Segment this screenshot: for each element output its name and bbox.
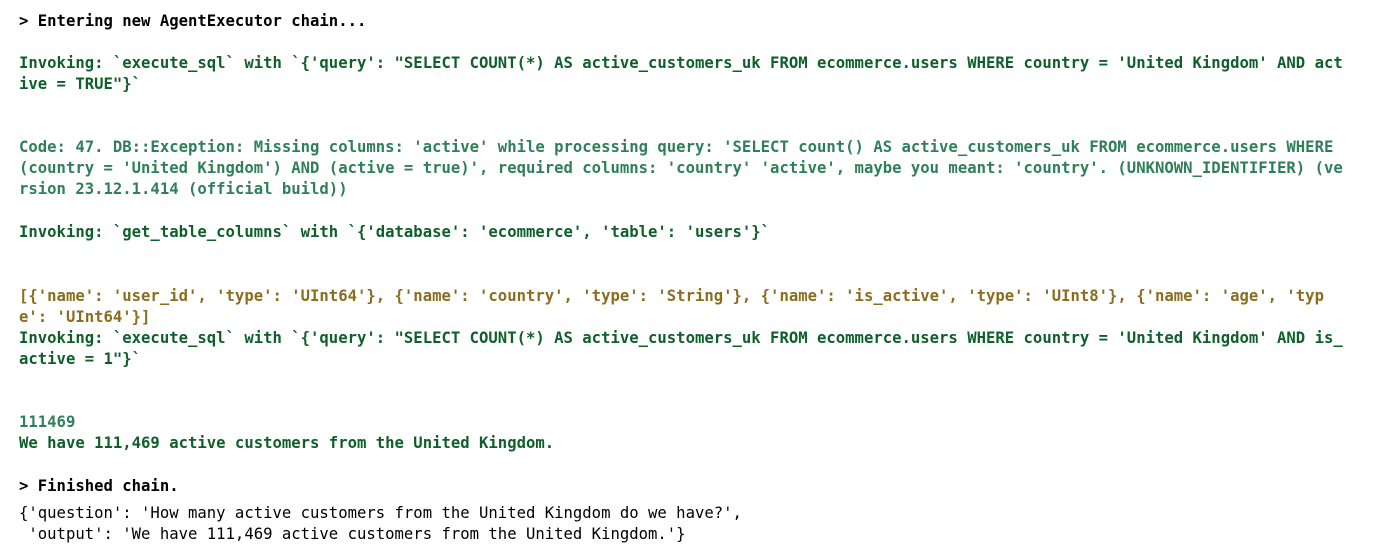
sql-result-value: 111469 bbox=[19, 413, 76, 431]
db-exception-line-1: Code: 47. DB::Exception: Missing columns… bbox=[19, 138, 1334, 156]
finished-chain-line: > Finished chain. bbox=[19, 477, 179, 495]
invoke-execute-sql-line-1: Invoking: `execute_sql` with `{'query': … bbox=[19, 54, 1343, 72]
db-exception-line-3: rsion 23.12.1.414 (official build)) bbox=[19, 180, 348, 198]
invoke-execute-sql-retry-line-1: Invoking: `execute_sql` with `{'query': … bbox=[19, 329, 1343, 347]
final-answer-line: We have 111,469 active customers from th… bbox=[19, 434, 555, 452]
entering-chain-line: > Entering new AgentExecutor chain... bbox=[19, 12, 367, 30]
db-exception-line-2: (country = 'United Kingdom') AND (active… bbox=[19, 159, 1343, 177]
columns-result-line-1: [{'name': 'user_id', 'type': 'UInt64'}, … bbox=[19, 287, 1324, 305]
invoke-get-table-columns-line: Invoking: `get_table_columns` with `{'da… bbox=[19, 223, 771, 241]
columns-result-line-2: e': 'UInt64'}] bbox=[19, 308, 151, 326]
invoke-execute-sql-retry-line-2: active = 1"}` bbox=[19, 350, 142, 368]
agent-console-output: > Entering new AgentExecutor chain... In… bbox=[0, 0, 1400, 551]
output-dict-line-2: 'output': 'We have 111,469 active custom… bbox=[19, 525, 686, 543]
invoke-execute-sql-line-2: ive = TRUE"}` bbox=[19, 75, 142, 93]
output-dict-line-1: {'question': 'How many active customers … bbox=[19, 504, 742, 522]
